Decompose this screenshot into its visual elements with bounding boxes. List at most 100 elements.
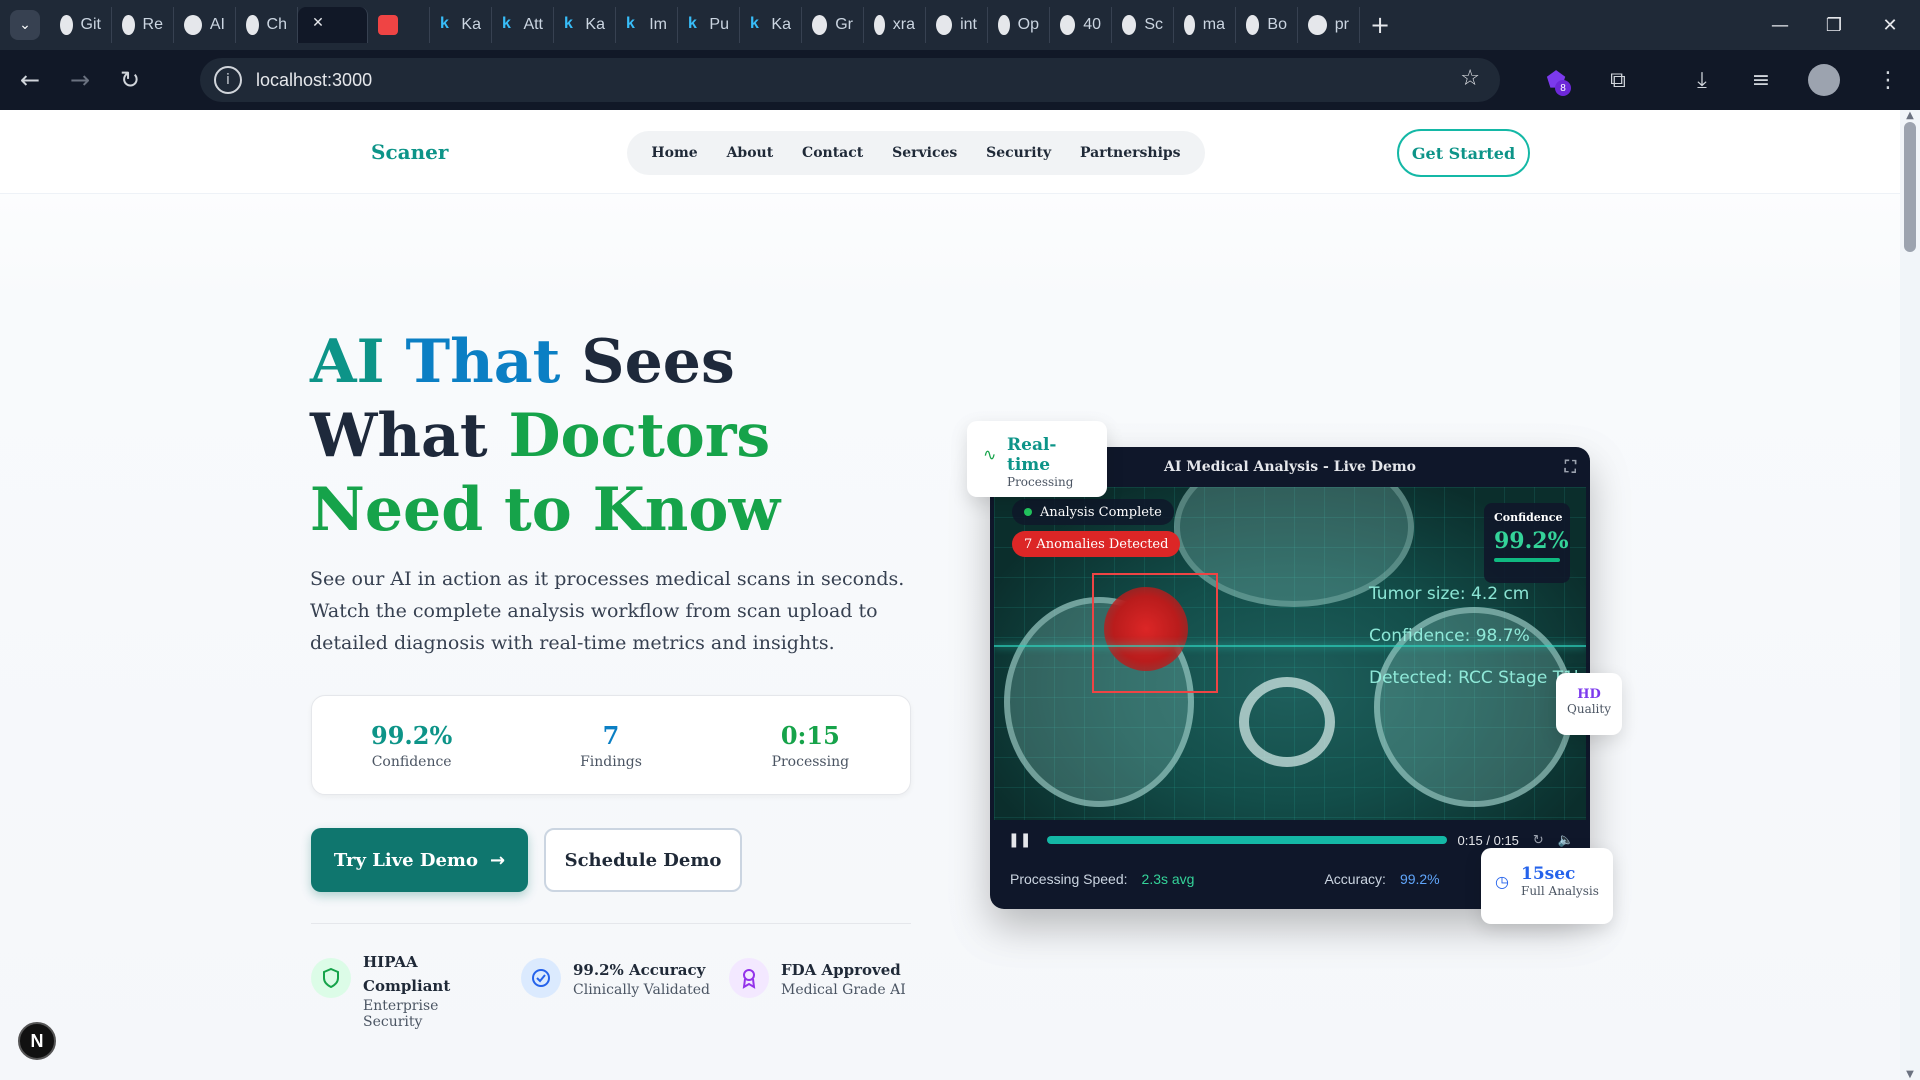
browser-tab[interactable]: ✕ — [298, 7, 368, 43]
pause-icon[interactable]: ❚❚ — [1008, 832, 1031, 848]
page-viewport: Scaner Home About Contact Services Secur… — [0, 110, 1900, 1080]
k-icon: k — [626, 15, 635, 32]
accuracy-label: Accuracy: — [1324, 871, 1386, 887]
url-text: localhost:3000 — [256, 69, 373, 90]
browser-tab[interactable]: Op — [988, 7, 1050, 43]
browser-tab-label: int — [960, 16, 977, 33]
browser-tab[interactable]: pr — [1298, 7, 1360, 43]
scrollbar-thumb[interactable] — [1904, 122, 1916, 252]
browser-tab[interactable]: k Ka — [740, 7, 802, 43]
nav-about[interactable]: About — [727, 145, 774, 161]
extension-count-badge: 8 — [1555, 80, 1571, 96]
check-circle-icon — [521, 958, 561, 998]
restore-icon[interactable]: ❐ — [1804, 0, 1864, 50]
profile-avatar[interactable] — [1808, 64, 1840, 96]
chatgpt-icon — [184, 15, 202, 35]
scroll-down-icon[interactable]: ▼ — [1904, 1069, 1916, 1080]
close-window-icon[interactable]: ✕ — [1860, 0, 1920, 50]
browser-tab[interactable]: Bo — [1236, 7, 1298, 43]
demo-video-player[interactable]: AI Medical Analysis - Live Demo ⛶ Tumor … — [990, 447, 1590, 909]
get-started-button[interactable]: Get Started — [1397, 129, 1530, 177]
anomalies-badge: 7 Anomalies Detected — [1012, 531, 1181, 557]
browser-tab[interactable]: AI — [174, 7, 236, 43]
browser-tab-label: Op — [1017, 16, 1039, 33]
browser-tab[interactable]: Git — [50, 7, 112, 43]
award-icon — [729, 958, 769, 998]
media-queue-icon[interactable]: ≡ — [1745, 64, 1777, 96]
try-live-demo-button[interactable]: Try Live Demo → — [311, 828, 528, 892]
video-progress-bar[interactable] — [1047, 836, 1448, 844]
site-info-icon[interactable]: i — [214, 66, 242, 94]
minimize-icon[interactable]: — — [1750, 0, 1810, 50]
forward-icon[interactable]: → — [60, 60, 100, 100]
ct-scan-image: Tumor size: 4.2 cm Confidence: 98.7% Det… — [994, 487, 1586, 820]
tab-search-dropdown-icon[interactable]: ⌄ — [10, 10, 40, 40]
try-live-demo-label: Try Live Demo — [333, 849, 478, 871]
browser-tab[interactable]: ma — [1174, 7, 1236, 43]
clock-icon: ◷ — [1495, 872, 1509, 891]
confidence-label: Confidence — [1494, 511, 1563, 524]
browser-tab-label: Bo — [1267, 16, 1287, 33]
badge-fda: FDA Approved Medical Grade AI — [729, 958, 906, 998]
vercel-icon — [1122, 15, 1137, 35]
brand-logo[interactable]: Scaner — [371, 140, 448, 164]
docs-icon — [874, 15, 885, 35]
badge-title: FDA Approved — [781, 961, 901, 979]
menu-kebab-icon[interactable]: ⋮ — [1872, 64, 1904, 96]
chatgpt-icon — [122, 15, 135, 35]
arrow-right-icon: → — [490, 849, 506, 871]
download-icon[interactable]: ⤓ — [1686, 64, 1718, 96]
new-tab-icon[interactable]: + — [1370, 11, 1390, 39]
k-icon: k — [502, 15, 511, 32]
volume-icon[interactable]: 🔈 — [1558, 833, 1574, 848]
browser-tab[interactable]: k Im — [616, 7, 678, 43]
hero-title-ai: AI — [310, 327, 406, 397]
chatgpt-icon — [246, 15, 259, 35]
bookmark-star-icon[interactable]: ☆ — [1460, 66, 1480, 91]
hero-subtitle: See our AI in action as it processes med… — [310, 568, 905, 654]
stat-processing: 0:15 Processing — [730, 721, 890, 770]
nav-security[interactable]: Security — [986, 145, 1051, 161]
browser-tab[interactable] — [368, 7, 430, 43]
nav-services[interactable]: Services — [892, 145, 957, 161]
browser-tab[interactable]: Ch — [236, 7, 298, 43]
browser-tab[interactable]: Re — [112, 7, 174, 43]
browser-tab[interactable]: xra — [864, 7, 926, 43]
extensions-puzzle-icon[interactable]: ⧉ — [1602, 64, 1634, 96]
browser-tab[interactable]: int — [926, 7, 988, 43]
browser-tab-label: Git — [80, 16, 101, 33]
back-icon[interactable]: ← — [10, 60, 50, 100]
reload-icon[interactable]: ↻ — [110, 60, 150, 100]
browser-tab-label: Ka — [771, 16, 791, 33]
browser-tab-label: Gr — [835, 16, 853, 33]
fullscreen-icon[interactable]: ⛶ — [1565, 457, 1576, 477]
stat-label: Confidence — [371, 753, 452, 770]
scroll-up-icon[interactable]: ▲ — [1904, 110, 1916, 121]
nav-contact[interactable]: Contact — [802, 145, 863, 161]
replay-icon[interactable]: ↻ — [1533, 833, 1544, 848]
page-scrollbar[interactable]: ▲ ▼ — [1900, 110, 1920, 1080]
browser-tab[interactable]: 40 — [1050, 7, 1112, 43]
browser-tab-label: Ka — [461, 16, 481, 33]
address-bar[interactable]: i localhost:3000 ☆ — [200, 58, 1500, 102]
browser-tab[interactable]: k Att — [492, 7, 554, 43]
browser-tab[interactable]: k Ka — [554, 7, 616, 43]
browser-tab-label: Sc — [1144, 16, 1163, 33]
stat-confidence: 99.2% Confidence — [332, 721, 492, 770]
schedule-demo-button[interactable]: Schedule Demo — [544, 828, 742, 892]
nextjs-dev-badge[interactable]: N — [18, 1022, 56, 1060]
badge-hipaa: HIPAA Compliant Enterprise Security — [311, 953, 483, 1030]
b-icon — [1246, 15, 1260, 35]
nav-home[interactable]: Home — [651, 145, 697, 161]
nav-partnerships[interactable]: Partnerships — [1080, 145, 1181, 161]
browser-tab[interactable]: k Pu — [678, 7, 740, 43]
k-icon: k — [688, 15, 697, 32]
browser-tab[interactable]: k Ka — [430, 7, 492, 43]
stat-label: Findings — [580, 753, 642, 770]
badge-subtitle: Medical Grade AI — [781, 982, 906, 998]
browser-tab-label: ma — [1202, 16, 1225, 33]
browser-tab[interactable]: Sc — [1112, 7, 1174, 43]
browser-tab-label: 40 — [1083, 16, 1101, 33]
github-icon — [60, 15, 73, 35]
browser-tab[interactable]: Gr — [802, 7, 864, 43]
